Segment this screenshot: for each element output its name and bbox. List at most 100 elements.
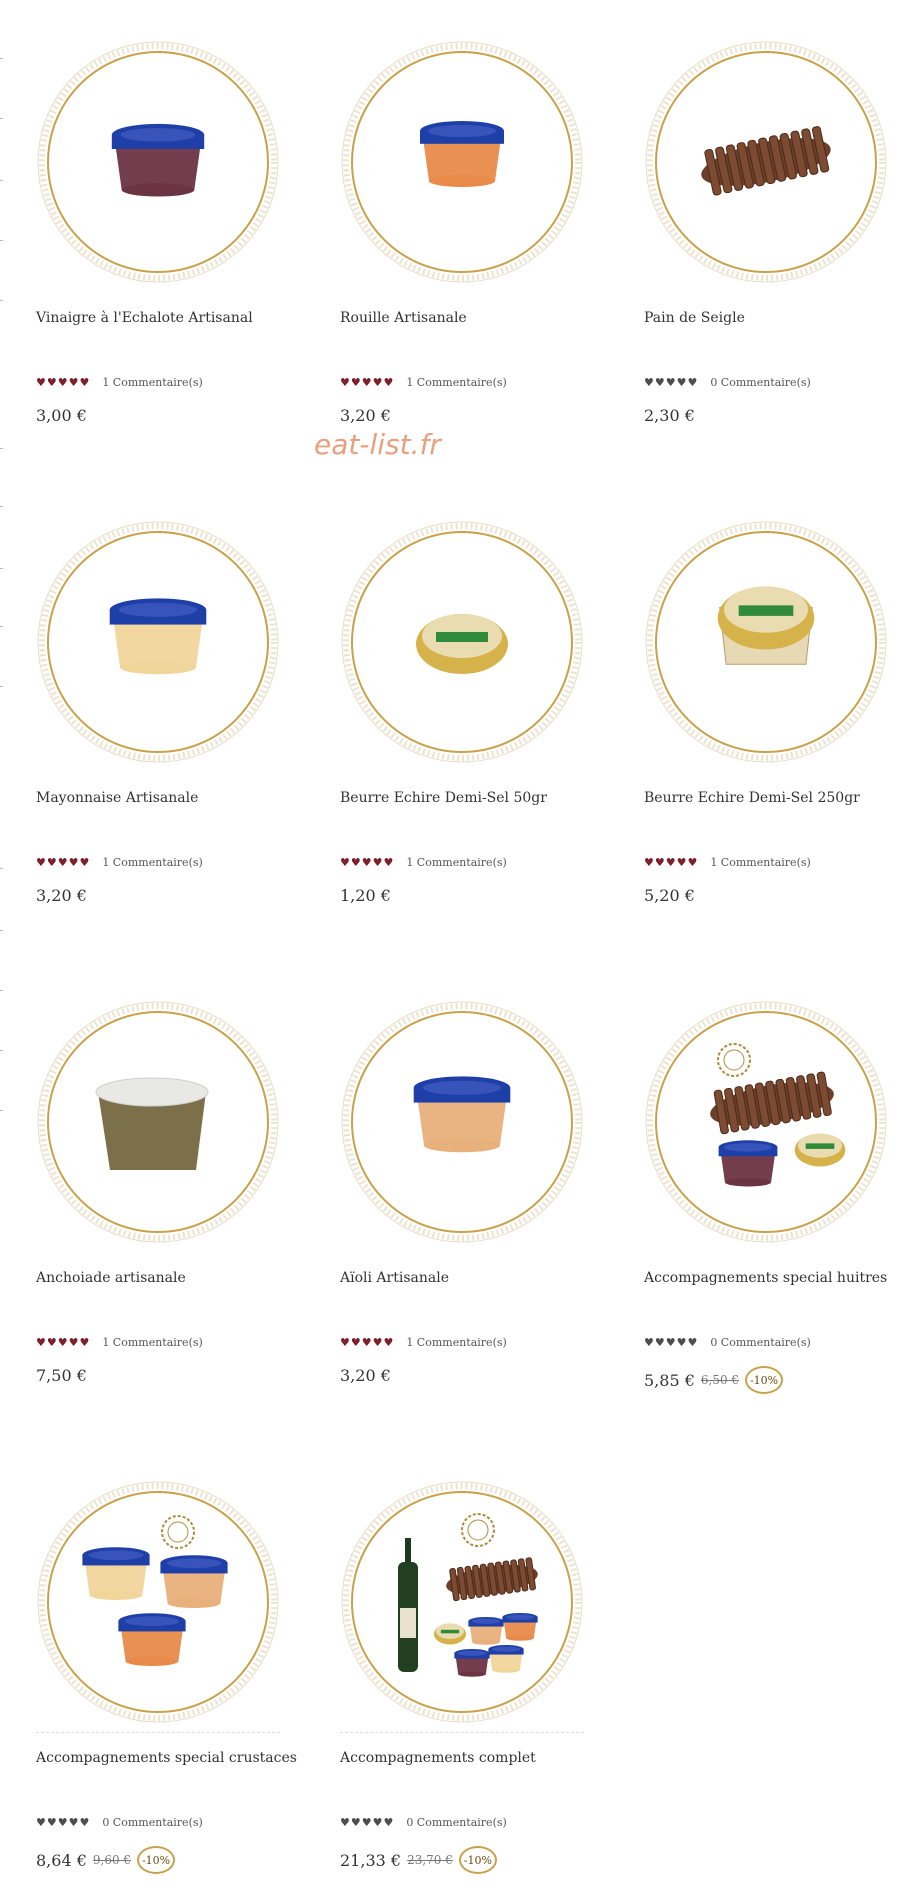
- comments-link[interactable]: 1 Commentaire(s): [406, 1336, 506, 1349]
- price-row: 5,20 €: [644, 886, 695, 905]
- rating-hearts-icon: ♥♥♥♥♥: [644, 1336, 699, 1349]
- edge-tick: [0, 626, 3, 627]
- rating-row: ♥♥♥♥♥ 0 Commentaire(s): [644, 1336, 811, 1349]
- product-image[interactable]: [340, 40, 584, 284]
- rating-hearts-icon: ♥♥♥♥♥: [340, 1336, 395, 1349]
- product-card: Mayonnaise Artisanale ♥♥♥♥♥ 1 Commentaire(…: [36, 520, 286, 940]
- product-card: Accompagnements special huitres ♥♥♥♥♥ 0 Co…: [644, 1000, 894, 1420]
- price-row: 7,50 €: [36, 1366, 87, 1385]
- comments-link[interactable]: 1 Commentaire(s): [406, 856, 506, 869]
- rating-row: ♥♥♥♥♥ 1 Commentaire(s): [340, 856, 507, 869]
- comments-link[interactable]: 1 Commentaire(s): [406, 376, 506, 389]
- left-edge-marks: [0, 0, 6, 1891]
- edge-tick: [0, 180, 3, 181]
- price: 3,20 €: [36, 886, 87, 905]
- rating-hearts-icon: ♥♥♥♥♥: [340, 376, 395, 389]
- edge-tick: [0, 118, 3, 119]
- price-row: 2,30 €: [644, 406, 695, 425]
- product-image[interactable]: [644, 1000, 888, 1244]
- product-card: Accompagnements special crustaces ♥♥♥♥♥ 0 …: [36, 1480, 297, 1900]
- rating-row: ♥♥♥♥♥ 1 Commentaire(s): [36, 376, 203, 389]
- product-name-link[interactable]: Mayonnaise Artisanale: [36, 790, 198, 806]
- price: 8,64 €: [36, 1850, 87, 1870]
- product-name-link[interactable]: Vinaigre à l'Echalote Artisanal: [36, 310, 253, 326]
- watermark: eat-list.fr: [314, 428, 441, 461]
- product-image[interactable]: [36, 40, 280, 284]
- rating-hearts-icon: ♥♥♥♥♥: [644, 376, 699, 389]
- discount-badge: -10%: [458, 1846, 497, 1874]
- price: 3,20 €: [340, 406, 391, 425]
- edge-tick: [0, 300, 3, 301]
- rating-hearts-icon: ♥♥♥♥♥: [340, 856, 395, 869]
- rating-hearts-icon: ♥♥♥♥♥: [36, 856, 91, 869]
- product-name-link[interactable]: Beurre Echire Demi-Sel 250gr: [644, 790, 860, 806]
- rating-row: ♥♥♥♥♥ 1 Commentaire(s): [340, 376, 507, 389]
- edge-tick: [0, 686, 3, 687]
- price-row: 3,20 €: [36, 886, 87, 905]
- price-row: 8,64 € 9,60 € -10%: [36, 1846, 176, 1874]
- rating-row: ♥♥♥♥♥ 0 Commentaire(s): [36, 1816, 203, 1829]
- comments-link[interactable]: 0 Commentaire(s): [102, 1816, 202, 1829]
- product-card: Pain de Seigle ♥♥♥♥♥ 0 Commentaire(s) 2,30 …: [644, 40, 894, 460]
- product-card: Aïoli Artisanale ♥♥♥♥♥ 1 Commentaire(s) 3,2…: [340, 1000, 590, 1420]
- product-image[interactable]: [340, 520, 584, 764]
- product-image[interactable]: [36, 1480, 280, 1724]
- edge-tick: [0, 868, 3, 869]
- comments-link[interactable]: 0 Commentaire(s): [710, 376, 810, 389]
- product-card: Beurre Echire Demi-Sel 50gr ♥♥♥♥♥ 1 Commen…: [340, 520, 590, 940]
- edge-tick: [0, 506, 3, 507]
- edge-tick: [0, 448, 3, 449]
- price: 5,20 €: [644, 886, 695, 905]
- product-image[interactable]: [340, 1000, 584, 1244]
- edge-tick: [0, 568, 3, 569]
- product-card: Anchoiade artisanale ♥♥♥♥♥ 1 Commentaire(s…: [36, 1000, 286, 1420]
- rating-row: ♥♥♥♥♥ 1 Commentaire(s): [36, 856, 203, 869]
- discount-badge: -10%: [745, 1366, 784, 1394]
- product-name-link[interactable]: Rouille Artisanale: [340, 310, 467, 326]
- edge-tick: [0, 240, 3, 241]
- old-price: 23,70 €: [407, 1853, 453, 1867]
- price: 1,20 €: [340, 886, 391, 905]
- product-name-link[interactable]: Accompagnements special huitres: [644, 1270, 887, 1286]
- discount-badge: -10%: [137, 1846, 176, 1874]
- product-name-link[interactable]: Pain de Seigle: [644, 310, 745, 326]
- price: 3,20 €: [340, 1366, 391, 1385]
- price-row: 3,20 €: [340, 1366, 391, 1385]
- rating-row: ♥♥♥♥♥ 0 Commentaire(s): [340, 1816, 507, 1829]
- product-name-link[interactable]: Aïoli Artisanale: [340, 1270, 449, 1286]
- price: 2,30 €: [644, 406, 695, 425]
- divider: [340, 1732, 584, 1733]
- product-card: Accompagnements complet ♥♥♥♥♥ 0 Commentair…: [340, 1480, 590, 1900]
- edge-tick: [0, 930, 3, 931]
- price: 21,33 €: [340, 1850, 402, 1870]
- comments-link[interactable]: 1 Commentaire(s): [102, 1336, 202, 1349]
- comments-link[interactable]: 0 Commentaire(s): [710, 1336, 810, 1349]
- product-image[interactable]: [36, 1000, 280, 1244]
- comments-link[interactable]: 1 Commentaire(s): [102, 856, 202, 869]
- comments-link[interactable]: 0 Commentaire(s): [406, 1816, 506, 1829]
- rating-hearts-icon: ♥♥♥♥♥: [644, 856, 699, 869]
- price-row: 3,00 €: [36, 406, 87, 425]
- product-name-link[interactable]: Anchoiade artisanale: [36, 1270, 186, 1286]
- price-row: 1,20 €: [340, 886, 391, 905]
- rating-row: ♥♥♥♥♥ 1 Commentaire(s): [644, 856, 811, 869]
- product-image[interactable]: [340, 1480, 584, 1724]
- product-name-link[interactable]: Accompagnements complet: [340, 1750, 536, 1766]
- comments-link[interactable]: 1 Commentaire(s): [710, 856, 810, 869]
- product-image[interactable]: [36, 520, 280, 764]
- product-name-link[interactable]: Beurre Echire Demi-Sel 50gr: [340, 790, 547, 806]
- edge-tick: [0, 990, 3, 991]
- price-row: 5,85 € 6,50 € -10%: [644, 1366, 784, 1394]
- rating-hearts-icon: ♥♥♥♥♥: [36, 1336, 91, 1349]
- product-listing-page: Vinaigre à l'Echalote Artisanal ♥♥♥♥♥ 1 Co…: [0, 0, 924, 1891]
- product-image[interactable]: [644, 40, 888, 284]
- price: 5,85 €: [644, 1370, 695, 1390]
- rating-hearts-icon: ♥♥♥♥♥: [36, 1816, 91, 1829]
- rating-hearts-icon: ♥♥♥♥♥: [340, 1816, 395, 1829]
- product-name-link[interactable]: Accompagnements special crustaces: [36, 1750, 297, 1766]
- rating-hearts-icon: ♥♥♥♥♥: [36, 376, 91, 389]
- product-card: Beurre Echire Demi-Sel 250gr ♥♥♥♥♥ 1 Comme…: [644, 520, 894, 940]
- comments-link[interactable]: 1 Commentaire(s): [102, 376, 202, 389]
- product-image[interactable]: [644, 520, 888, 764]
- price: 7,50 €: [36, 1366, 87, 1385]
